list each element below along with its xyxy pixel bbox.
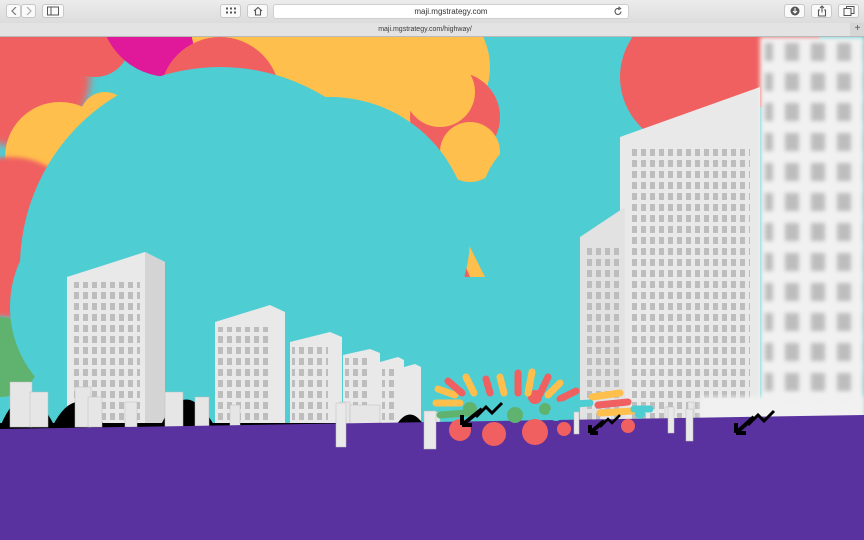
share-icon xyxy=(817,5,826,17)
top-sites-icon xyxy=(225,7,236,14)
sidebar-icon xyxy=(47,6,59,16)
tabs-overview-button[interactable] xyxy=(838,4,859,18)
tab-title: maji.mgstrategy.com/highway/ xyxy=(378,26,472,33)
reload-icon[interactable] xyxy=(613,6,623,17)
home-button[interactable] xyxy=(247,4,268,18)
download-button[interactable] xyxy=(784,4,805,18)
download-icon xyxy=(790,6,799,16)
sidebar-button[interactable] xyxy=(42,4,64,18)
browser-toolbar: maji.mgstrategy.com xyxy=(0,0,864,24)
highway-illustration[interactable] xyxy=(0,37,864,540)
back-icon xyxy=(10,7,16,15)
page-viewport xyxy=(0,37,864,540)
address-text: maji.mgstrategy.com xyxy=(414,7,488,16)
tab-highway[interactable]: maji.mgstrategy.com/highway/ xyxy=(0,23,850,36)
tab-bar: maji.mgstrategy.com/highway/ + xyxy=(0,23,864,37)
back-button[interactable] xyxy=(6,4,21,18)
forward-button[interactable] xyxy=(21,4,36,18)
tabs-icon xyxy=(843,6,854,16)
forward-icon xyxy=(26,7,32,15)
top-sites-button[interactable] xyxy=(220,4,241,18)
address-bar[interactable]: maji.mgstrategy.com xyxy=(273,4,629,19)
new-tab-icon: + xyxy=(854,23,861,34)
home-icon xyxy=(253,6,262,16)
new-tab-button[interactable]: + xyxy=(851,23,864,36)
share-button[interactable] xyxy=(811,4,832,18)
